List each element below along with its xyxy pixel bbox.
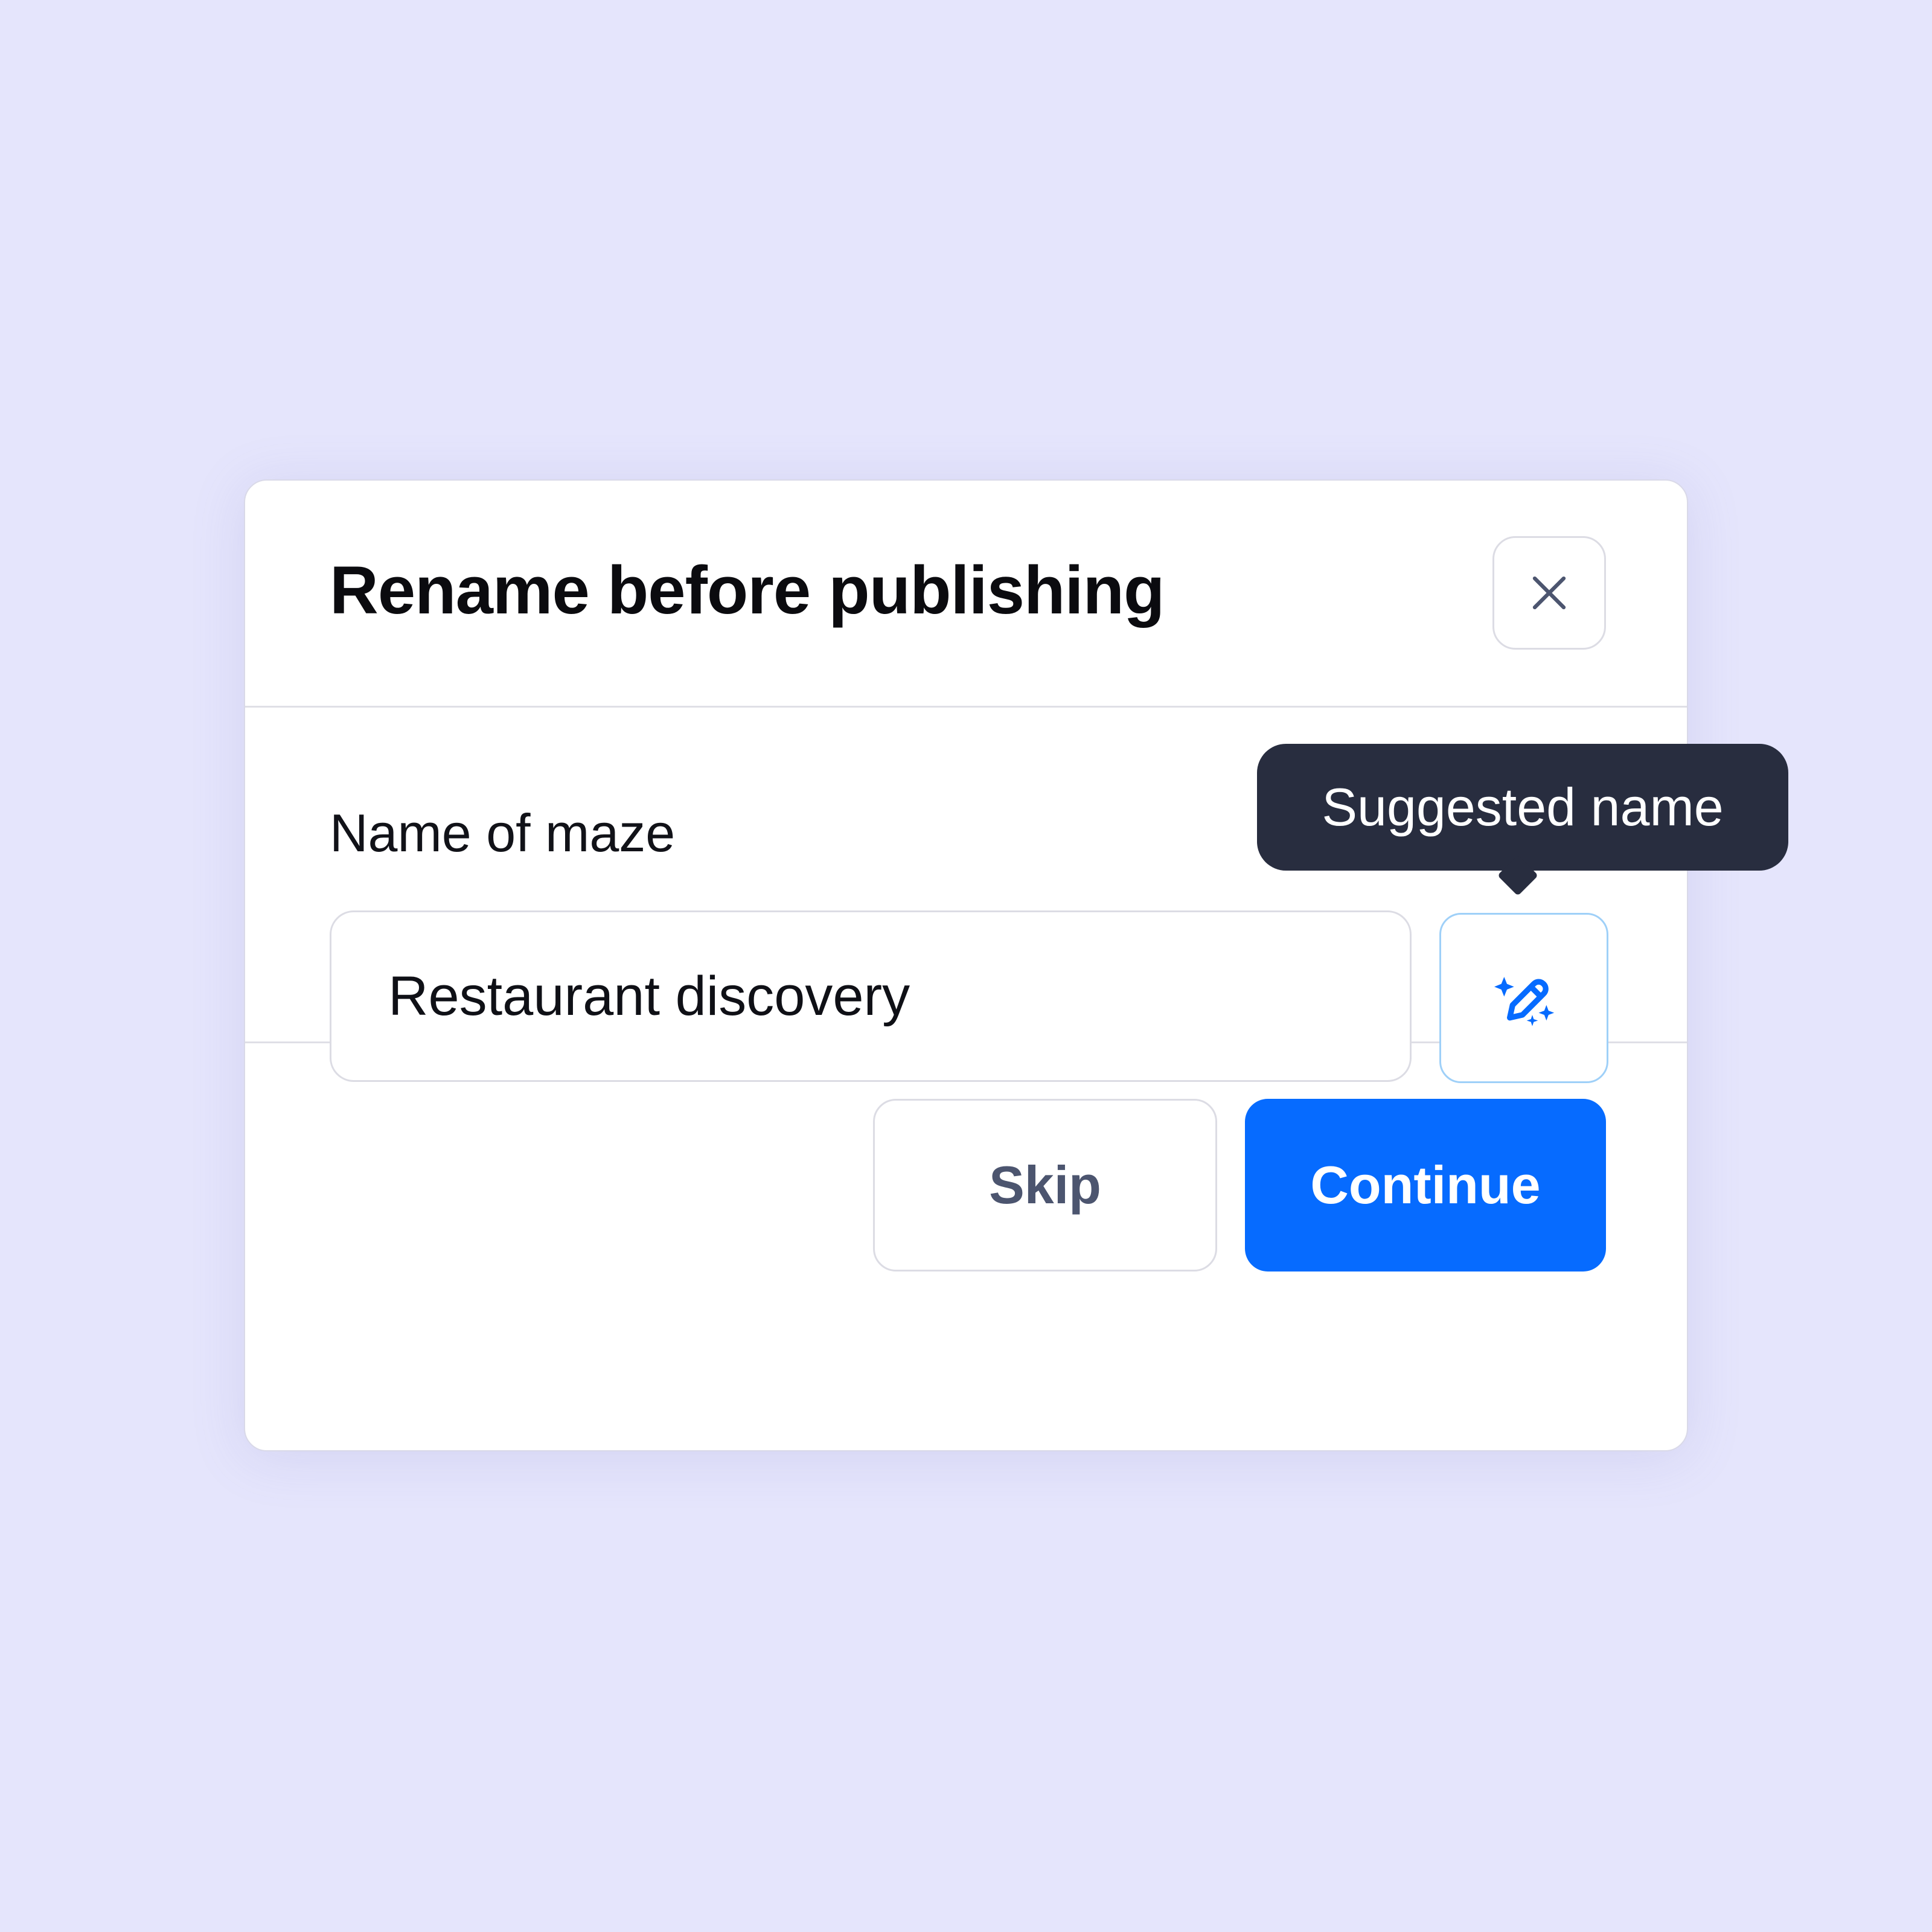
continue-button[interactable]: Continue xyxy=(1245,1099,1606,1271)
skip-button[interactable]: Skip xyxy=(873,1099,1217,1271)
magic-pencil-icon xyxy=(1494,977,1555,1026)
maze-name-label: Name of maze xyxy=(330,803,676,863)
rename-modal: Rename before publishing Name of maze Re… xyxy=(244,479,1688,1451)
modal-footer: Skip Continue xyxy=(245,1043,1687,1453)
modal-header: Rename before publishing xyxy=(245,481,1687,708)
modal-title: Rename before publishing xyxy=(330,552,1165,628)
close-icon xyxy=(1532,576,1566,610)
suggested-name-tooltip: Suggested name xyxy=(1257,744,1788,871)
close-button[interactable] xyxy=(1492,536,1606,650)
page-background: Rename before publishing Name of maze Re… xyxy=(0,0,1932,1932)
